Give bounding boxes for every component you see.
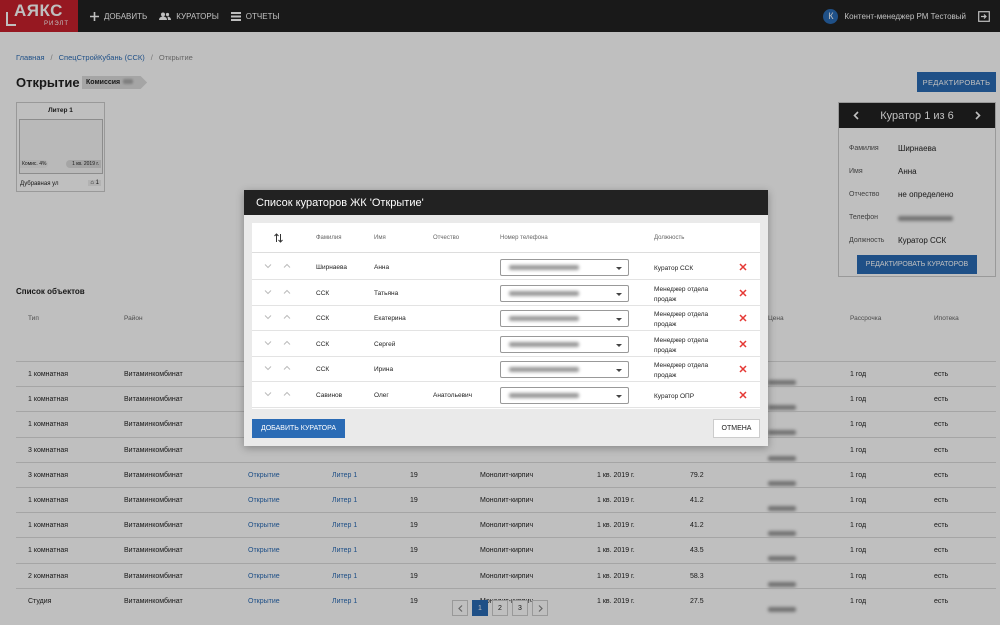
curators-modal: Список кураторов ЖК 'Открытие' Фамилия И…	[244, 190, 768, 446]
col-surname: Фамилия	[316, 235, 342, 241]
col-name: Имя	[374, 235, 386, 241]
chevron-down-icon[interactable]	[264, 390, 272, 398]
phone-select[interactable]	[500, 361, 629, 379]
add-curator-button[interactable]: ДОБАВИТЬ КУРАТОРА	[252, 419, 345, 438]
chevron-up-icon[interactable]	[283, 262, 291, 270]
curator-name: Сергей	[374, 340, 396, 348]
phone-select[interactable]	[500, 387, 629, 404]
curator-name: Екатерина	[374, 315, 406, 323]
curator-surname: ССК	[316, 289, 330, 297]
curator-patronymic: Анатольевич	[433, 392, 473, 399]
col-position: Должность	[654, 235, 685, 241]
caret-down-icon	[616, 318, 622, 322]
curators-table-header: Фамилия Имя Отчество Номер телефона Долж…	[252, 223, 760, 253]
curator-name: Анна	[374, 264, 390, 271]
phone-select[interactable]	[500, 284, 629, 302]
sort-icon[interactable]	[274, 233, 283, 243]
close-icon[interactable]	[739, 340, 747, 348]
curator-row: ССК Сергей Менеджер отдела продаж	[252, 331, 760, 357]
chevron-down-icon[interactable]	[264, 288, 272, 296]
chevron-up-icon[interactable]	[283, 288, 291, 296]
chevron-down-icon[interactable]	[264, 364, 272, 372]
curator-row: ССК Екатерина Менеджер отдела продаж	[252, 305, 760, 332]
curator-position: Менеджер отдела продаж	[654, 336, 709, 354]
close-icon[interactable]	[739, 314, 747, 322]
phone-select[interactable]	[500, 259, 629, 276]
caret-down-icon	[616, 267, 622, 270]
chevron-down-icon[interactable]	[264, 339, 272, 347]
curator-position: Менеджер отдела продаж	[654, 311, 709, 329]
chevron-up-icon[interactable]	[283, 313, 291, 321]
chevron-down-icon[interactable]	[264, 313, 272, 321]
curator-row: Савинов Олег Анатольевич Куратор ОПР	[252, 382, 760, 408]
curator-name: Татьяна	[374, 289, 399, 297]
curator-row: ССК Ирина Менеджер отдела продаж	[252, 356, 760, 383]
chevron-up-icon[interactable]	[283, 339, 291, 347]
curator-surname: Савинов	[316, 392, 343, 399]
curator-row: Ширнаева Анна Куратор ССК	[252, 254, 760, 280]
phone-select[interactable]	[500, 310, 629, 328]
curator-surname: Ширнаева	[316, 264, 348, 271]
curator-position: Куратор ОПР	[654, 393, 695, 400]
curator-position: Менеджер отдела продаж	[654, 362, 709, 380]
caret-down-icon	[616, 395, 622, 398]
modal-title: Список кураторов ЖК 'Открытие'	[244, 190, 768, 215]
cancel-button[interactable]: ОТМЕНА	[713, 419, 760, 438]
curator-position: Куратор ССК	[654, 265, 694, 272]
caret-down-icon	[616, 343, 622, 347]
curator-position: Менеджер отдела продаж	[654, 285, 709, 303]
caret-down-icon	[616, 292, 622, 296]
curator-name: Ирина	[374, 366, 394, 374]
chevron-down-icon[interactable]	[264, 262, 272, 270]
close-icon[interactable]	[739, 289, 747, 297]
curators-table: Фамилия Имя Отчество Номер телефона Долж…	[252, 223, 760, 409]
curator-surname: ССК	[316, 340, 330, 348]
col-patronymic: Отчество	[433, 235, 460, 241]
close-icon[interactable]	[739, 365, 747, 373]
curator-surname: ССК	[316, 366, 330, 374]
close-icon[interactable]	[739, 263, 747, 271]
chevron-up-icon[interactable]	[283, 364, 291, 372]
close-icon[interactable]	[739, 391, 747, 399]
curator-name: Олег	[374, 392, 389, 399]
phone-select[interactable]	[500, 335, 629, 353]
col-phone: Номер телефона	[500, 235, 548, 241]
chevron-up-icon[interactable]	[283, 390, 291, 398]
curator-surname: ССК	[316, 315, 330, 323]
curator-row: ССК Татьяна Менеджер отдела продаж	[252, 280, 760, 306]
caret-down-icon	[616, 369, 622, 373]
